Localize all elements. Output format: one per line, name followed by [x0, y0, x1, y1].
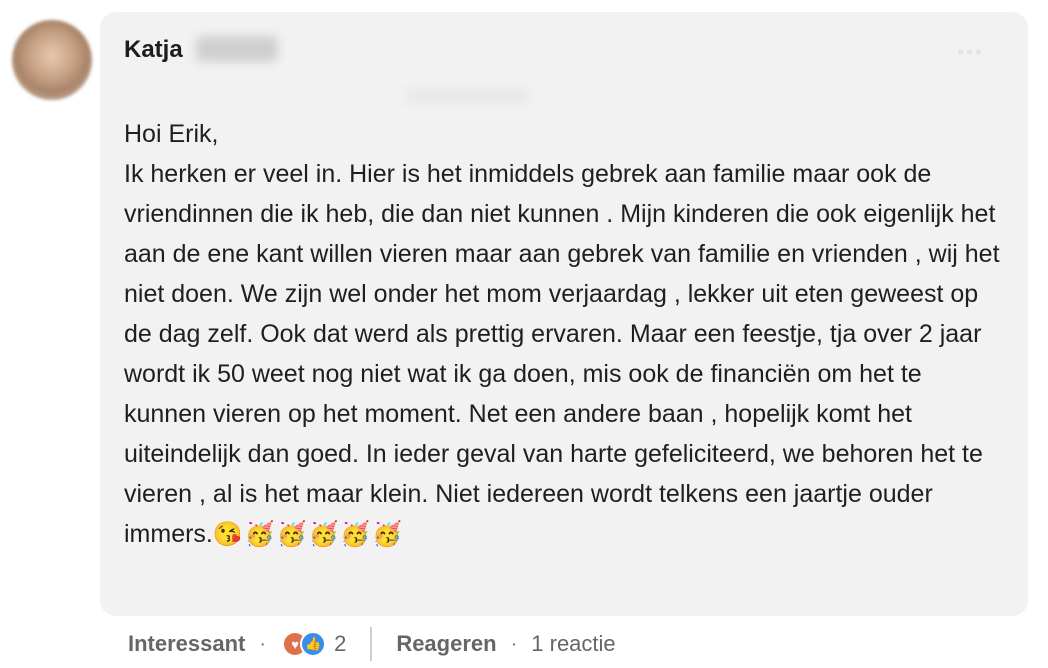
comment-greeting: Hoi Erik,: [124, 120, 219, 148]
author-lastname-blurred: [196, 36, 278, 62]
interesting-reaction-button[interactable]: Interessant: [128, 631, 245, 657]
replies-count-link[interactable]: 1 reactie: [531, 631, 615, 657]
comment-body: Ik herken er veel in. Hier is het inmidd…: [124, 154, 1004, 555]
comment-actions: Interessant · ♥ 👍 2 Reageren · 1 reactie: [128, 624, 616, 664]
more-options-icon[interactable]: •••: [957, 42, 984, 65]
reply-button[interactable]: Reageren: [396, 631, 496, 657]
separator-dot: ·: [510, 632, 518, 655]
reaction-count: 2: [334, 631, 347, 656]
comment-body-text: Ik herken er veel in. Hier is het inmidd…: [124, 160, 1000, 548]
reaction-summary[interactable]: ♥ 👍 2: [282, 631, 346, 657]
author-avatar[interactable]: [12, 20, 92, 100]
comment-emojis: 😘🥳🥳🥳🥳🥳: [212, 521, 405, 548]
like-reaction-icon: 👍: [300, 631, 327, 657]
comment-bubble: Katja ••• Hoi Erik, Ik herken er veel in…: [100, 12, 1028, 616]
comment-text: Hoi Erik, Ik herken er veel in. Hier is …: [124, 114, 1004, 555]
author-headline-blurred: [406, 90, 526, 102]
separator-dot: ·: [259, 632, 267, 655]
divider: [370, 627, 373, 661]
author-name[interactable]: Katja: [124, 36, 183, 64]
